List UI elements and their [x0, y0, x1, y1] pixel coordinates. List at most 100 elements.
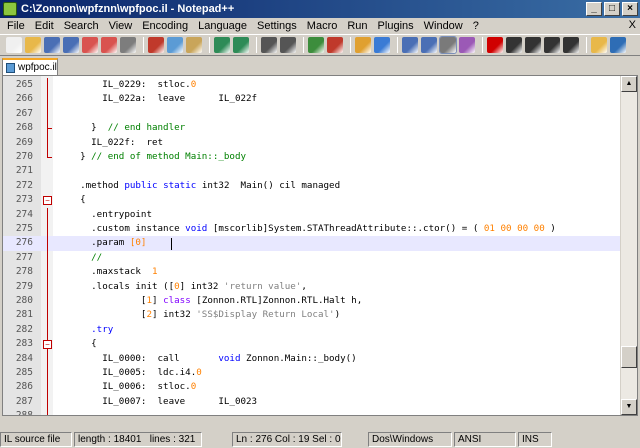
code-text: [1] class [Zonnon.RTL]Zonnon.RTL.Halt h, [69, 295, 363, 306]
code-text: } // end of method Main::_body [69, 151, 247, 162]
code-line[interactable]: 277 // [3, 251, 620, 265]
fold-collapse-icon[interactable]: − [43, 195, 52, 205]
close-all-icon[interactable] [101, 37, 117, 53]
paste-icon[interactable] [186, 37, 202, 53]
editor-pane[interactable]: 265 IL_0229: stloc.0 266 IL_022a: leave I… [2, 75, 638, 416]
toolbar-separator [397, 37, 398, 53]
minimize-button[interactable]: _ [586, 2, 602, 16]
code-line[interactable]: 288 [3, 409, 620, 415]
code-text: .entrypoint [69, 208, 152, 220]
code-line[interactable]: 267 [3, 107, 620, 121]
code-line[interactable]: 278 .maxstack 1 [3, 265, 620, 279]
vertical-scrollbar[interactable]: ▲ ▼ [620, 76, 637, 415]
code-line[interactable]: 269 IL_022f: ret [3, 136, 620, 150]
code-line[interactable]: 280 [1] class [Zonnon.RTL]Zonnon.RTL.Hal… [3, 294, 620, 308]
indent-guide-icon[interactable] [439, 36, 457, 54]
line-number: 278 [15, 266, 33, 278]
replace-icon[interactable] [280, 37, 296, 53]
menu-encoding[interactable]: Encoding [137, 20, 193, 32]
spell-check-icon[interactable] [610, 37, 626, 53]
menu-edit[interactable]: Edit [30, 20, 59, 32]
status-length-lines: length : 18401 lines : 321 [74, 431, 202, 447]
tab-label: wpfpoc.il [18, 62, 57, 73]
document-close-icon[interactable]: X [629, 19, 636, 31]
code-line[interactable]: 283 { [3, 337, 620, 351]
menu-file[interactable]: File [2, 20, 30, 32]
cut-icon[interactable] [148, 37, 164, 53]
code-line[interactable]: 285 IL_0005: ldc.i4.0 [3, 366, 620, 380]
notepadpp-app-icon[interactable] [3, 2, 17, 16]
save-macro-icon[interactable] [563, 37, 579, 53]
save-icon[interactable] [44, 37, 60, 53]
sync-horizontal-icon[interactable] [374, 37, 390, 53]
menu-view[interactable]: View [104, 20, 138, 32]
code-line[interactable]: 279 .locals init ([0] int32 'return valu… [3, 280, 620, 294]
play-macro-multiple-icon[interactable] [544, 37, 560, 53]
status-insert-mode: INS [518, 431, 552, 447]
redo-icon[interactable] [233, 37, 249, 53]
code-line[interactable]: 276 .param [0] [3, 236, 620, 251]
code-line[interactable]: 271 [3, 164, 620, 178]
code-line[interactable]: 282 .try [3, 323, 620, 337]
code-line[interactable]: 266 IL_022a: leave IL_022f [3, 92, 620, 106]
find-icon[interactable] [261, 37, 277, 53]
play-macro-icon[interactable] [525, 37, 541, 53]
line-number: 273 [15, 194, 33, 206]
launch-browser-icon[interactable] [591, 37, 607, 53]
menu-run[interactable]: Run [342, 20, 372, 32]
maximize-button[interactable]: □ [604, 2, 620, 16]
code-line[interactable]: 272 .method public static int32 Main() c… [3, 179, 620, 193]
scroll-up-arrow-icon[interactable]: ▲ [621, 76, 637, 92]
code-area[interactable]: 265 IL_0229: stloc.0 266 IL_022a: leave I… [3, 76, 620, 415]
code-line[interactable]: 284 IL_0000: call void Zonnon.Main::_bod… [3, 352, 620, 366]
menu-macro[interactable]: Macro [302, 20, 343, 32]
code-line[interactable]: 275 .custom instance void [mscorlib]Syst… [3, 222, 620, 236]
menu-window[interactable]: Window [419, 20, 468, 32]
code-line[interactable]: 286 IL_0006: stloc.0 [3, 380, 620, 394]
code-text: .maxstack 1 [69, 266, 158, 278]
record-macro-icon[interactable] [487, 37, 503, 53]
scroll-down-arrow-icon[interactable]: ▼ [621, 399, 637, 415]
user-lang-icon[interactable] [459, 37, 475, 53]
line-number: 277 [15, 251, 33, 263]
menu-help[interactable]: ? [468, 20, 484, 32]
menu-search[interactable]: Search [59, 20, 104, 32]
code-text: .locals init ([0] int32 'return value', [69, 280, 307, 292]
fold-guide-line [47, 78, 48, 158]
menu-plugins[interactable]: Plugins [373, 20, 419, 32]
close-icon[interactable] [82, 37, 98, 53]
open-file-icon[interactable] [25, 37, 41, 53]
print-icon[interactable] [120, 37, 136, 53]
new-file-icon[interactable] [6, 37, 22, 53]
code-line[interactable]: 270 } // end of method Main::_body [3, 150, 620, 164]
save-all-icon[interactable] [63, 37, 79, 53]
code-line[interactable]: 274 .entrypoint [3, 208, 620, 222]
code-text: IL_022a: leave IL_022f [69, 93, 258, 105]
code-line[interactable]: 268 } // end handler [3, 121, 620, 135]
zoom-in-icon[interactable] [308, 37, 324, 53]
copy-icon[interactable] [167, 37, 183, 53]
line-number: 285 [15, 367, 33, 378]
toolbar-separator [586, 37, 587, 53]
zoom-out-icon[interactable] [327, 37, 343, 53]
tab-wpfpoc-il[interactable]: wpfpoc.il [2, 58, 58, 75]
status-bar: IL source file length : 18401 lines : 32… [0, 430, 640, 448]
show-all-chars-icon[interactable] [421, 37, 437, 53]
window-title: C:\Zonnon\wpfznn\wpfpoc.il - Notepad++ [21, 3, 235, 15]
menu-language[interactable]: Language [193, 20, 252, 32]
code-text: IL_0005: ldc.i4.0 [69, 367, 202, 378]
code-line[interactable]: 273 { [3, 193, 620, 207]
fold-collapse-icon[interactable]: − [43, 339, 52, 349]
undo-icon[interactable] [214, 37, 230, 53]
word-wrap-icon[interactable] [402, 37, 418, 53]
code-text: // [69, 251, 103, 263]
menu-settings[interactable]: Settings [252, 20, 302, 32]
stop-record-icon[interactable] [506, 37, 522, 53]
code-line[interactable]: 281 [2] int32 'SS$Display Return Local') [3, 308, 620, 322]
scroll-thumb[interactable] [621, 346, 637, 368]
code-line[interactable]: 287 IL_0007: leave IL_0023 [3, 395, 620, 409]
sync-vertical-icon[interactable] [355, 37, 371, 53]
fold-guide-line [47, 207, 48, 415]
close-button[interactable]: × [622, 2, 638, 16]
code-line[interactable]: 265 IL_0229: stloc.0 [3, 78, 620, 92]
